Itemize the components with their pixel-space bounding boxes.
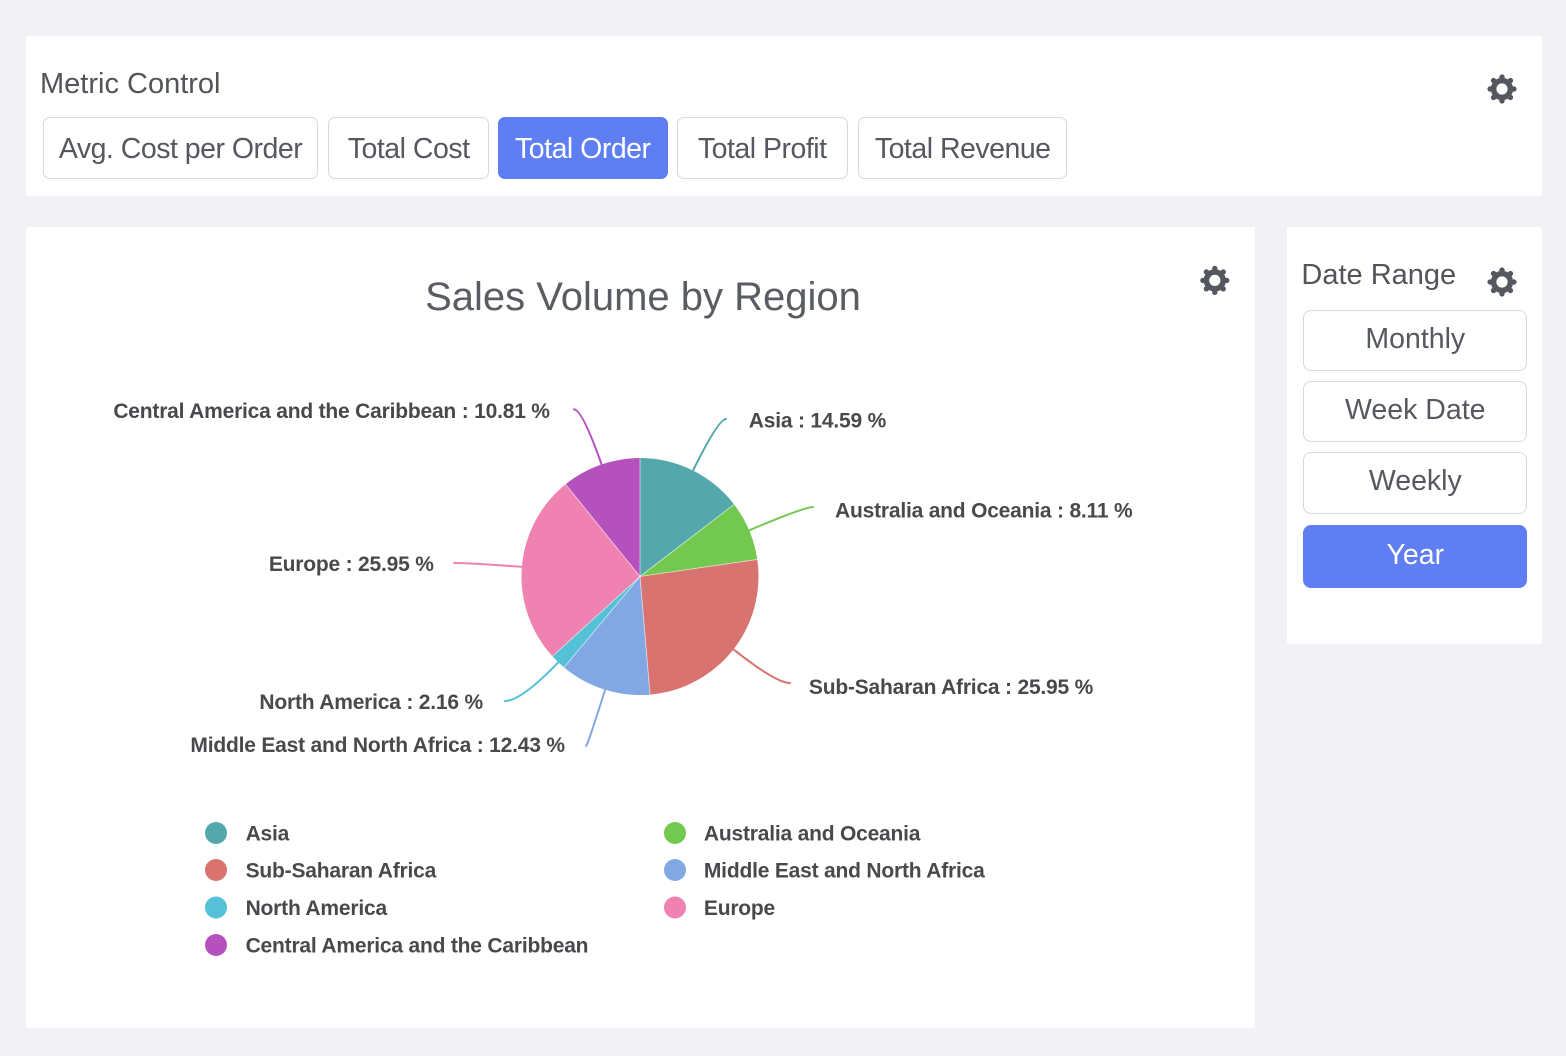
svg-text:Central America and the Caribb: Central America and the Caribbean : 10.8… bbox=[113, 400, 550, 423]
svg-text:Sub-Saharan Africa: Sub-Saharan Africa bbox=[246, 860, 437, 883]
svg-text:Asia : 14.59 %: Asia : 14.59 % bbox=[749, 410, 887, 433]
svg-text:Europe: Europe bbox=[704, 897, 775, 920]
svg-text:North America: North America bbox=[246, 897, 388, 920]
svg-text:Central America and the Caribb: Central America and the Caribbean bbox=[246, 935, 589, 958]
svg-text:Asia: Asia bbox=[246, 823, 290, 846]
svg-text:Europe : 25.95 %: Europe : 25.95 % bbox=[269, 553, 434, 576]
svg-text:Middle East and North Africa :: Middle East and North Africa : 12.43 % bbox=[190, 734, 565, 757]
svg-text:Australia and Oceania : 8.11 %: Australia and Oceania : 8.11 % bbox=[835, 500, 1133, 523]
svg-text:Sub-Saharan Africa : 25.95 %: Sub-Saharan Africa : 25.95 % bbox=[809, 676, 1094, 699]
svg-text:Middle East and North Africa: Middle East and North Africa bbox=[704, 860, 985, 883]
svg-text:North America : 2.16 %: North America : 2.16 % bbox=[259, 691, 483, 714]
svg-text:Australia and Oceania: Australia and Oceania bbox=[704, 823, 921, 846]
svg-text:Sales Volume by Region: Sales Volume by Region bbox=[425, 275, 861, 319]
